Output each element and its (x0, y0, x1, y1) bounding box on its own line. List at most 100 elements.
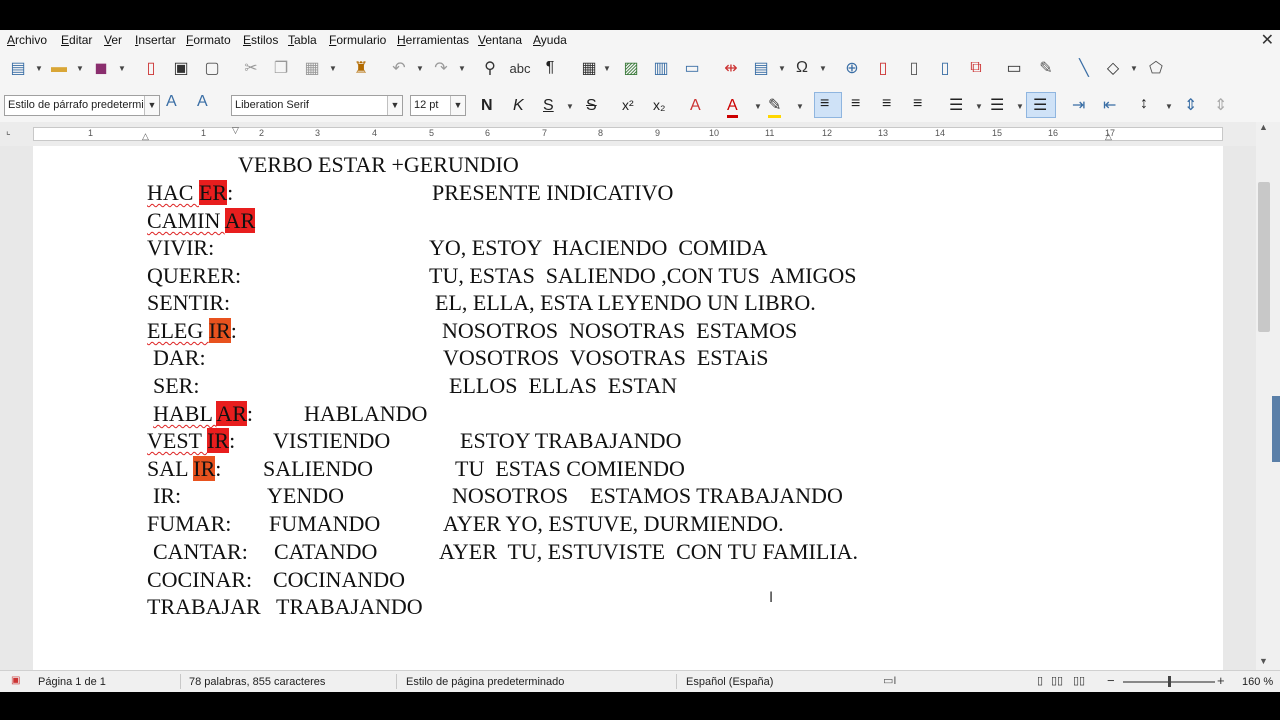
track-changes-icon[interactable]: ✎ (1035, 57, 1057, 79)
update-style-icon[interactable]: A (166, 93, 177, 111)
right-indent-marker-icon[interactable]: △ (1105, 131, 1112, 142)
insert-chart-icon[interactable]: ▥ (650, 57, 672, 79)
undo-icon[interactable]: ↶ (388, 57, 410, 79)
redo-icon[interactable]: ↷ (430, 57, 452, 79)
special-character-icon[interactable]: Ω (791, 57, 813, 79)
page-count[interactable]: Página 1 de 1 (38, 676, 106, 688)
chevron-down-icon[interactable]: ▼ (144, 96, 159, 115)
menu-ventana[interactable]: Ventana (478, 33, 522, 47)
highlight-dropdown-icon[interactable]: ▼ (796, 102, 804, 111)
first-line-indent-marker-icon[interactable]: ▽ (232, 125, 239, 136)
multi-page-view-icon[interactable]: ▯▯ (1051, 674, 1063, 687)
word-count[interactable]: 78 palabras, 855 caracteres (189, 676, 325, 688)
export-pdf-icon[interactable]: ▯ (140, 57, 162, 79)
menu-formato[interactable]: Formato (186, 33, 231, 47)
zoom-out-icon[interactable]: − (1107, 673, 1115, 688)
open-dropdown-icon[interactable]: ▼ (76, 64, 84, 73)
left-indent-marker-icon[interactable]: △ (142, 131, 149, 142)
menu-insertar[interactable]: Insertar (135, 33, 176, 47)
new-dropdown-icon[interactable]: ▼ (35, 64, 43, 73)
special-char-dropdown-icon[interactable]: ▼ (819, 64, 827, 73)
paste-icon[interactable]: ▦ (301, 57, 323, 79)
document-modified-icon[interactable]: ▣ (11, 675, 20, 686)
single-page-view-icon[interactable]: ▯ (1037, 674, 1043, 687)
subscript-icon[interactable]: x₂ (653, 97, 665, 113)
endnote-icon[interactable]: ▯ (903, 57, 925, 79)
justify-icon[interactable]: ≡ (913, 95, 922, 113)
menu-editar[interactable]: Editar (61, 33, 92, 47)
undo-dropdown-icon[interactable]: ▼ (416, 64, 424, 73)
formatting-marks-icon[interactable]: ¶ (539, 57, 561, 79)
line-spacing-icon[interactable]: ↕ (1140, 95, 1148, 113)
tab-stop-icon[interactable]: ⌞ (6, 126, 11, 137)
font-name-combo[interactable]: Liberation Serif ▼ (231, 95, 403, 116)
page-break-icon[interactable]: ⇹ (720, 57, 742, 79)
paste-dropdown-icon[interactable]: ▼ (329, 64, 337, 73)
new-document-icon[interactable]: ▤ (7, 57, 29, 79)
comment-icon[interactable]: ▭ (1003, 57, 1025, 79)
open-folder-icon[interactable]: ▬ (48, 57, 70, 79)
selection-mode-icon[interactable]: ▭I (883, 674, 896, 687)
field-dropdown-icon[interactable]: ▼ (778, 64, 786, 73)
new-style-icon[interactable]: A (197, 93, 208, 111)
line-spacing-dropdown-icon[interactable]: ▼ (1165, 102, 1173, 111)
find-replace-icon[interactable]: ⚲ (479, 57, 501, 79)
language[interactable]: Español (España) (686, 676, 773, 688)
basic-shapes-icon[interactable]: ◇ (1102, 57, 1124, 79)
font-color-dropdown-icon[interactable]: ▼ (754, 102, 762, 111)
font-color-icon[interactable]: A (727, 97, 738, 118)
scroll-down-icon[interactable]: ▼ (1259, 656, 1268, 666)
insert-image-icon[interactable]: ▨ (620, 57, 642, 79)
strikethrough-button[interactable]: S (586, 97, 597, 115)
hyperlink-icon[interactable]: ⊕ (841, 57, 863, 79)
bullets-dropdown-icon[interactable]: ▼ (975, 102, 983, 111)
menu-ayuda[interactable]: Ayuda (533, 33, 567, 47)
superscript-icon[interactable]: x² (622, 97, 634, 113)
bookmark-icon[interactable]: ▯ (934, 57, 956, 79)
underline-dropdown-icon[interactable]: ▼ (566, 102, 574, 111)
align-right-icon[interactable]: ≡ (882, 95, 891, 113)
save-dropdown-icon[interactable]: ▼ (118, 64, 126, 73)
copy-icon[interactable]: ❐ (270, 57, 292, 79)
clear-formatting-icon[interactable]: A (690, 97, 701, 115)
close-document-icon[interactable]: ✕ (1261, 30, 1274, 50)
underline-button[interactable]: S (543, 97, 554, 115)
scrollbar-thumb[interactable] (1258, 182, 1270, 332)
book-view-icon[interactable]: ▯▯ (1073, 674, 1085, 687)
clone-formatting-icon[interactable]: ♜ (350, 57, 372, 79)
decrease-paragraph-spacing-icon[interactable]: ⇕ (1214, 95, 1227, 115)
footnote-icon[interactable]: ▯ (872, 57, 894, 79)
print-icon[interactable]: ▣ (170, 57, 192, 79)
increase-paragraph-spacing-icon[interactable]: ⇕ (1184, 95, 1197, 115)
draw-functions-icon[interactable]: ⬠ (1145, 57, 1167, 79)
insert-table-icon[interactable]: ▦ (578, 57, 600, 79)
page-style[interactable]: Estilo de página predeterminado (406, 676, 564, 688)
print-preview-icon[interactable]: ▢ (201, 57, 223, 79)
menu-ver[interactable]: Ver (104, 33, 122, 47)
italic-button[interactable]: K (513, 97, 524, 115)
paragraph-style-combo[interactable]: Estilo de párrafo predeterminado ▼ (4, 95, 160, 116)
insert-textbox-icon[interactable]: ▭ (681, 57, 703, 79)
menu-tabla[interactable]: Tabla (288, 33, 317, 47)
zoom-level[interactable]: 160 % (1242, 676, 1273, 688)
save-icon[interactable]: ◼ (90, 57, 112, 79)
numbering-dropdown-icon[interactable]: ▼ (1016, 102, 1024, 111)
highlight-icon[interactable]: ✎ (768, 97, 782, 118)
horizontal-ruler[interactable]: 1 1 2 3 4 5 6 7 8 9 10 11 12 13 14 15 16… (33, 125, 1223, 142)
table-dropdown-icon[interactable]: ▼ (603, 64, 611, 73)
chevron-down-icon[interactable]: ▼ (387, 96, 402, 115)
bold-button[interactable]: N (481, 97, 493, 115)
ordered-list-icon[interactable]: ☰ (990, 95, 1004, 115)
redo-dropdown-icon[interactable]: ▼ (458, 64, 466, 73)
spellcheck-icon[interactable]: abc (509, 57, 531, 79)
chevron-down-icon[interactable]: ▼ (450, 96, 465, 115)
insert-field-icon[interactable]: ▤ (750, 57, 772, 79)
zoom-in-icon[interactable]: + (1217, 673, 1225, 688)
shapes-dropdown-icon[interactable]: ▼ (1130, 64, 1138, 73)
menu-archivo[interactable]: Archivo (7, 33, 47, 47)
cross-reference-icon[interactable]: ⧉ (965, 57, 987, 79)
align-center-icon[interactable]: ≡ (851, 95, 860, 113)
font-size-combo[interactable]: 12 pt ▼ (410, 95, 466, 116)
menu-estilos[interactable]: Estilos (243, 33, 278, 47)
zoom-slider-thumb[interactable] (1168, 676, 1171, 687)
